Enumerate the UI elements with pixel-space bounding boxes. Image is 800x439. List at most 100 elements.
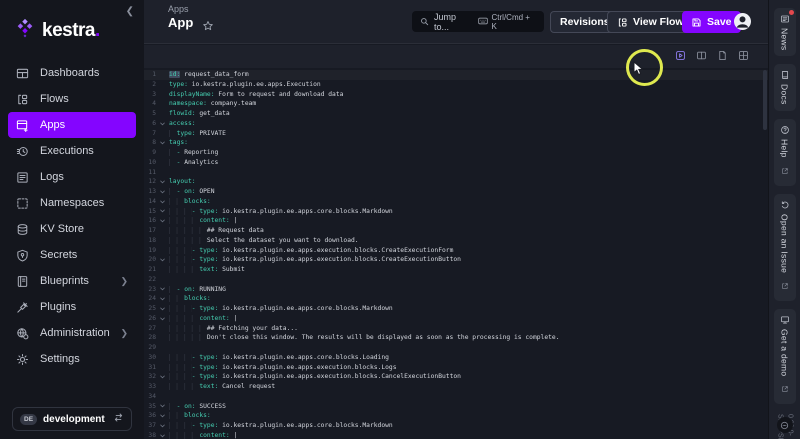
code-line[interactable]: 38 content: | (144, 431, 768, 439)
code-line[interactable]: 33 text: Cancel request (144, 382, 768, 392)
fold-chevron-icon[interactable] (156, 255, 169, 265)
code-line[interactable]: 1id: request_data_form (144, 70, 768, 80)
fold-chevron-icon[interactable] (156, 119, 169, 129)
sidebar-item-logs[interactable]: Logs (8, 164, 136, 190)
code-line[interactable]: 32 - type: io.kestra.plugin.ee.apps.exec… (144, 372, 768, 382)
docs-icon (780, 70, 790, 80)
docs-panel-icon[interactable] (696, 50, 708, 62)
code-line[interactable]: 3displayName: Form to request and downlo… (144, 90, 768, 100)
line-number: 33 (144, 382, 156, 392)
fold-chevron-icon[interactable] (156, 411, 169, 421)
code-line[interactable]: 17 ## Request data (144, 226, 768, 236)
code-line[interactable]: 23 - on: RUNNING (144, 285, 768, 295)
code-line[interactable]: 29 (144, 343, 768, 353)
code-line[interactable]: 10 - Analytics (144, 158, 768, 168)
sidebar-item-secrets[interactable]: Secrets (8, 242, 136, 268)
code-line[interactable]: 35 - on: SUCCESS (144, 402, 768, 412)
code-line[interactable]: 11 (144, 168, 768, 178)
code-line[interactable]: 12layout: (144, 177, 768, 187)
code-editor[interactable]: 1id: request_data_form2type: io.kestra.p… (144, 68, 768, 439)
code-line[interactable]: 31 - type: io.kestra.plugin.ee.apps.exec… (144, 363, 768, 373)
breadcrumb[interactable]: Apps (168, 4, 189, 14)
line-number: 7 (144, 129, 156, 139)
fold-chevron-icon[interactable] (156, 177, 169, 187)
view-flow-button[interactable]: View Flow (607, 11, 694, 33)
code-line[interactable]: 7 type: PRIVATE (144, 129, 768, 139)
code-line[interactable]: 19 - type: io.kestra.plugin.ee.apps.exec… (144, 246, 768, 256)
sidebar-item-label: Secrets (40, 249, 77, 261)
sidebar-item-dashboards[interactable]: Dashboards (8, 60, 136, 86)
line-number: 30 (144, 353, 156, 363)
code-text: - Analytics (169, 158, 768, 168)
code-line[interactable]: 15 - type: io.kestra.plugin.ee.apps.core… (144, 207, 768, 217)
code-line[interactable]: 22 (144, 275, 768, 285)
dock-tab-get-a-demo[interactable]: Get a demo (774, 309, 796, 404)
sidebar-item-flows[interactable]: Flows (8, 86, 136, 112)
fold-chevron-icon[interactable] (156, 421, 169, 431)
support-chat-icon[interactable] (777, 417, 793, 433)
code-line[interactable]: 13 - on: OPEN (144, 187, 768, 197)
fold-chevron-icon[interactable] (156, 304, 169, 314)
code-line[interactable]: 14 blocks: (144, 197, 768, 207)
fold-chevron-icon[interactable] (156, 285, 169, 295)
app-run-icon[interactable] (675, 50, 687, 62)
code-line[interactable]: 28 Don't close this window. The results … (144, 333, 768, 343)
save-button[interactable]: Save (682, 11, 741, 33)
editor-scrollbar[interactable] (763, 70, 767, 130)
fold-chevron-icon[interactable] (156, 314, 169, 324)
main-area: Apps App Jump to... (144, 0, 768, 439)
code-line[interactable]: 34 (144, 392, 768, 402)
code-line[interactable]: 9 - Reporting (144, 148, 768, 158)
code-line[interactable]: 30 - type: io.kestra.plugin.ee.apps.core… (144, 353, 768, 363)
code-text: ## Request data (169, 226, 768, 236)
dock-tab-help[interactable]: Help (774, 119, 796, 186)
sidebar-item-apps[interactable]: Apps (8, 112, 136, 138)
fold-gutter (156, 99, 169, 109)
sidebar-item-plugins[interactable]: Plugins (8, 294, 136, 320)
sidebar-item-executions[interactable]: Executions (8, 138, 136, 164)
file-icon[interactable] (717, 50, 729, 62)
code-line[interactable]: 6access: (144, 119, 768, 129)
sidebar-item-blueprints[interactable]: Blueprints❯ (8, 268, 136, 294)
fold-chevron-icon[interactable] (156, 207, 169, 217)
fold-chevron-icon[interactable] (156, 138, 169, 148)
fold-chevron-icon[interactable] (156, 372, 169, 382)
fold-chevron-icon[interactable] (156, 187, 169, 197)
sidebar-item-administration[interactable]: Administration❯ (8, 320, 136, 346)
panel-grid-icon[interactable] (738, 50, 750, 62)
fold-chevron-icon[interactable] (156, 294, 169, 304)
fold-chevron-icon[interactable] (156, 431, 169, 439)
code-line[interactable]: 5flowId: get_data (144, 109, 768, 119)
dock-tab-open-an-issue[interactable]: Open an Issue (774, 194, 796, 301)
code-line[interactable]: 36 blocks: (144, 411, 768, 421)
fold-chevron-icon[interactable] (156, 216, 169, 226)
sidebar-item-settings[interactable]: Settings (8, 346, 136, 372)
favorite-star-icon[interactable] (202, 19, 214, 37)
sidebar-collapse-icon[interactable]: ❮ (126, 6, 134, 17)
fold-chevron-icon[interactable] (156, 402, 169, 412)
code-line[interactable]: 20 - type: io.kestra.plugin.ee.apps.exec… (144, 255, 768, 265)
kestra-logo[interactable]: kestra. (14, 17, 100, 44)
sidebar-item-namespaces[interactable]: Namespaces (8, 190, 136, 216)
code-line[interactable]: 21 text: Submit (144, 265, 768, 275)
sidebar-item-kv-store[interactable]: KV Store (8, 216, 136, 242)
code-line[interactable]: 27 ## Fetching your data... (144, 324, 768, 334)
dock-tab-news[interactable]: News (774, 8, 796, 56)
line-number: 25 (144, 304, 156, 314)
code-line[interactable]: 25 - type: io.kestra.plugin.ee.apps.core… (144, 304, 768, 314)
fold-chevron-icon[interactable] (156, 197, 169, 207)
code-line[interactable]: 26 content: | (144, 314, 768, 324)
code-text: content: | (169, 216, 768, 226)
user-avatar[interactable] (733, 12, 752, 31)
code-line[interactable]: 2type: io.kestra.plugin.ee.apps.Executio… (144, 80, 768, 90)
environment-selector[interactable]: DE development (12, 407, 132, 431)
dock-tab-docs[interactable]: Docs (774, 64, 796, 111)
code-line[interactable]: 4namespace: company.team (144, 99, 768, 109)
code-line[interactable]: 16 content: | (144, 216, 768, 226)
code-line[interactable]: 18 Select the dataset you want to downlo… (144, 236, 768, 246)
code-line[interactable]: 8tags: (144, 138, 768, 148)
jump-to-search[interactable]: Jump to... Ctrl/Cmd + K (412, 11, 544, 32)
code-line[interactable]: 37 - type: io.kestra.plugin.ee.apps.core… (144, 421, 768, 431)
code-line[interactable]: 24 blocks: (144, 294, 768, 304)
line-number: 12 (144, 177, 156, 187)
